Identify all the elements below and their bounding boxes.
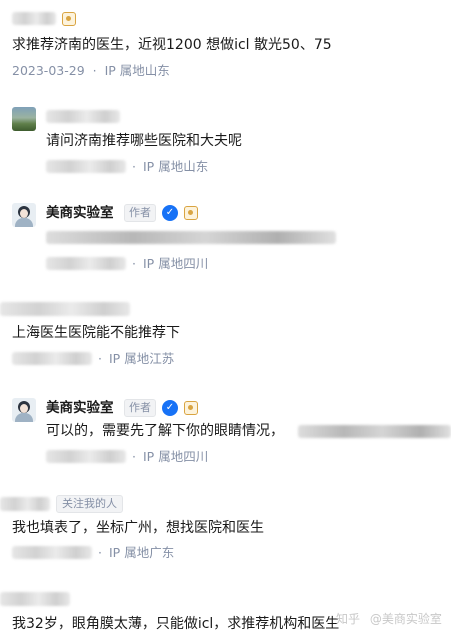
comment-3: 美商实验室 作者 ✓ · IP 属地四川 [0,195,451,280]
blurred-username [0,302,130,316]
ip-location: IP 属地四川 [143,449,209,464]
comment-text: 请问济南推荐哪些医院和大夫呢 [46,133,242,149]
blurred-date [12,352,92,365]
comment-text: 可以的，需要先了解下你的眼睛情况， [46,423,284,439]
comment-meta: · IP 属地四川 [46,449,346,465]
author-avatar[interactable] [12,203,36,227]
separator-dot: · [92,63,97,78]
blurred-content [298,425,451,438]
verified-icon: ✓ [162,400,178,416]
separator-dot: · [132,449,136,464]
author-avatar[interactable] [12,398,36,422]
watermark-account: @美商实验室 [369,612,442,626]
blurred-date [46,450,126,463]
comment-meta: 2023-03-29 · IP 属地山东 [12,63,170,79]
blurred-username [12,12,56,25]
blurred-date [46,160,126,173]
comment-4: 上海医生医院能不能推荐下 · IP 属地江苏 [0,290,451,375]
avatar[interactable] [12,107,36,131]
blurred-date [46,257,126,270]
ip-location: IP 属地江苏 [109,351,175,366]
comment-meta: · IP 属地广东 [12,545,312,561]
blurred-date [12,546,92,559]
comment-meta: · IP 属地四川 [46,256,346,272]
comment-meta: · IP 属地江苏 [12,351,312,367]
separator-dot: · [132,159,136,174]
comment-1: 求推荐济南的医生，近视1200 想做icl 散光50、75 2023-03-29… [0,0,451,90]
comment-6: 关注我的人 我也填表了，坐标广州，想找医院和医生 · IP 属地广东 [0,485,451,575]
ip-location: IP 属地山东 [104,63,170,78]
zhihu-watermark: 知乎 @美商实验室 [336,611,442,627]
gold-level-icon [184,401,198,415]
comment-text: 我也填表了，坐标广州，想找医院和医生 [12,520,264,536]
verified-icon: ✓ [162,205,178,221]
blurred-content [46,231,336,244]
blurred-username [0,592,70,606]
ip-location: IP 属地四川 [143,256,209,271]
comment-text: 上海医生医院能不能推荐下 [12,325,180,341]
comment-5: 美商实验室 作者 ✓ 可以的，需要先了解下你的眼睛情况， · IP 属地四川 [0,390,451,480]
ip-location: IP 属地山东 [143,159,209,174]
watermark-brand: 知乎 [336,612,361,626]
comment-text: 我32岁，眼角膜太薄，只能做icl，求推荐机构和医生 [12,616,340,632]
blurred-username [0,497,50,511]
gold-level-icon [62,12,76,26]
author-tag: 作者 [124,204,156,222]
follow-tag: 关注我的人 [56,495,123,513]
separator-dot: · [132,256,136,271]
comment-text: 求推荐济南的医生，近视1200 想做icl 散光50、75 [12,37,332,53]
author-name[interactable]: 美商实验室 [46,203,114,223]
author-tag: 作者 [124,399,156,417]
comment-2: 请问济南推荐哪些医院和大夫呢 · IP 属地山东 [0,95,451,185]
gold-level-icon [184,206,198,220]
comment-date: 2023-03-29 [12,63,85,78]
blurred-username [46,110,120,123]
author-name[interactable]: 美商实验室 [46,398,114,418]
ip-location: IP 属地广东 [109,545,175,560]
separator-dot: · [98,351,102,366]
comment-7: 我32岁，眼角膜太薄，只能做icl，求推荐机构和医生 [0,580,451,637]
separator-dot: · [98,545,102,560]
